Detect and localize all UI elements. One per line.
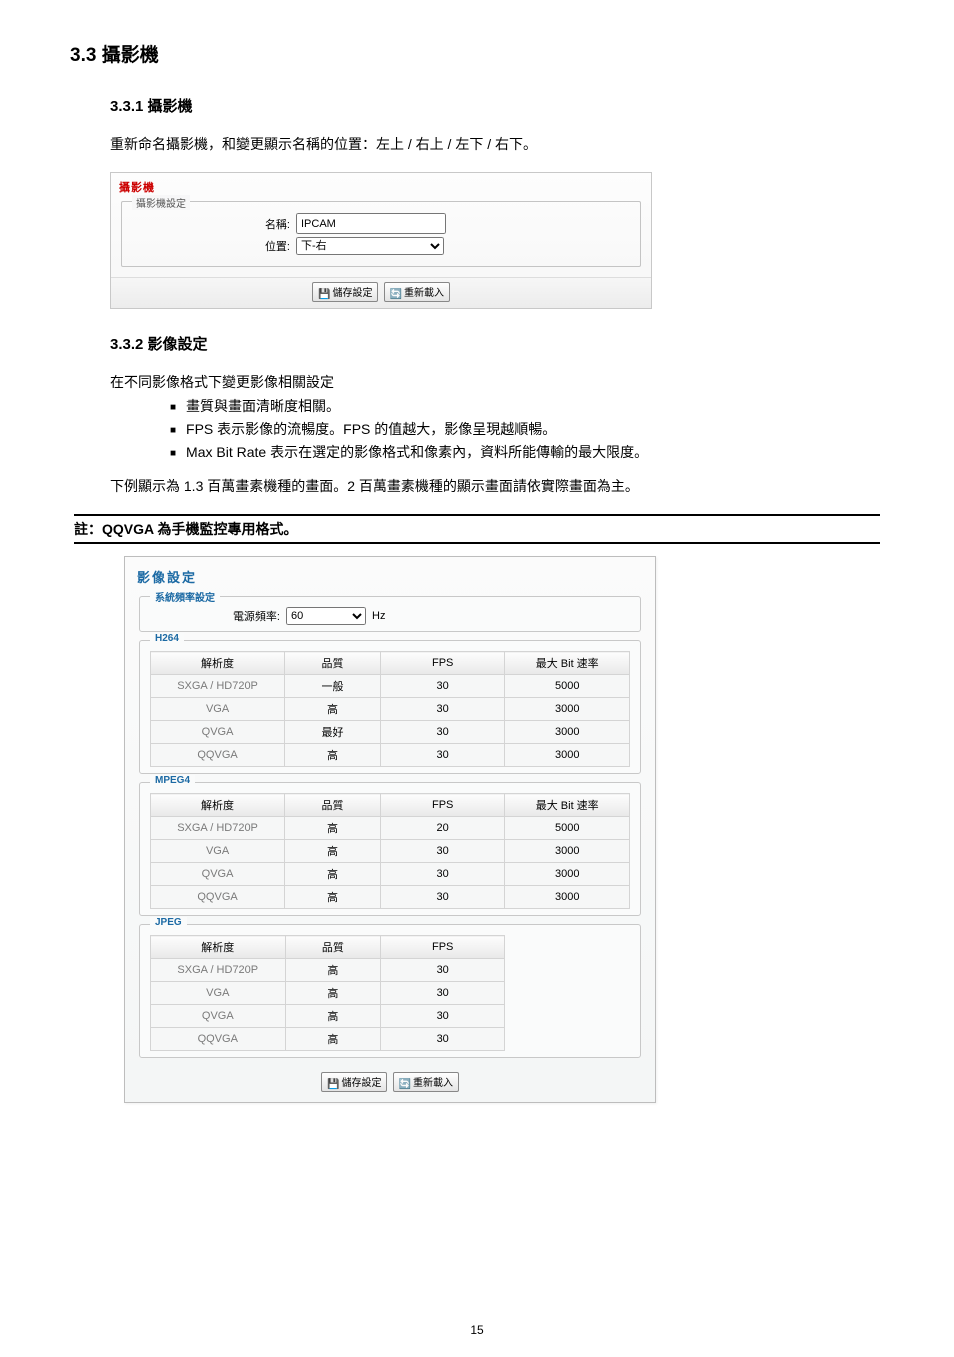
refresh-icon: 🔄 [390, 289, 402, 300]
note-box: 註：QQVGA 為手機監控專用格式。 [74, 514, 880, 544]
camera-panel-buttons: 💾儲存設定 🔄重新載入 [111, 277, 651, 308]
table-row: QQVGA高30 [151, 1028, 505, 1051]
list-item: Max Bit Rate 表示在選定的影像格式和像素內，資料所能傳輸的最大限度。 [170, 442, 894, 462]
camera-settings-panel: 攝影機 攝影機設定 名稱: 位置: 下-右 💾儲存設定 🔄重新載入 [110, 172, 652, 309]
frequency-group-label: 系統頻率設定 [150, 589, 220, 604]
col-bitrate: 最大 Bit 速率 [505, 652, 630, 675]
table-row: VGA高303000 [151, 840, 630, 863]
subsection-331-title: 3.3.1 攝影機 [110, 95, 894, 116]
table-row: QVGA最好303000 [151, 721, 630, 744]
disk-icon: 💾 [318, 289, 330, 300]
table-row: QQVGA高303000 [151, 886, 630, 909]
col-quality: 品質 [285, 652, 381, 675]
col-fps: FPS [380, 652, 505, 675]
camera-name-input[interactable] [296, 213, 446, 234]
image-settings-panel: 影像設定 系統頻率設定 電源頻率: 60 Hz H264 解析度 品質 FPS … [124, 556, 656, 1103]
list-item: 畫質與畫面清晰度相關。 [170, 396, 894, 416]
table-row: SXGA / HD720P高30 [151, 959, 505, 982]
mpeg4-group: MPEG4 解析度 品質 FPS 最大 Bit 速率 SXGA / HD720P… [139, 782, 641, 916]
note-prefix: 註： [74, 521, 102, 537]
refresh-icon: 🔄 [399, 1079, 411, 1090]
note-text: QQVGA 為手機監控專用格式。 [102, 521, 298, 537]
table-row: QVGA高303000 [151, 863, 630, 886]
subsection-332-list: 畫質與畫面清晰度相關。 FPS 表示影像的流暢度。FPS 的值越大，影像呈現越順… [130, 396, 894, 462]
jpeg-group-label: JPEG [150, 917, 187, 928]
camera-fieldset: 攝影機設定 名稱: 位置: 下-右 [121, 201, 641, 267]
mpeg4-table: 解析度 品質 FPS 最大 Bit 速率 SXGA / HD720P高20500… [150, 793, 630, 909]
col-quality: 品質 [285, 936, 381, 959]
jpeg-table: 解析度 品質 FPS SXGA / HD720P高30 VGA高30 QVGA高… [150, 935, 505, 1051]
table-row: QVGA高30 [151, 1005, 505, 1028]
save-button[interactable]: 💾儲存設定 [312, 282, 378, 302]
col-fps: FPS [380, 794, 505, 817]
table-row: VGA高303000 [151, 698, 630, 721]
h264-table: 解析度 品質 FPS 最大 Bit 速率 SXGA / HD720P一般3050… [150, 651, 630, 767]
camera-position-select[interactable]: 下-右 [296, 237, 444, 255]
camera-position-label: 位置: [130, 238, 296, 254]
frequency-label: 電源頻率: [150, 608, 286, 624]
list-item: FPS 表示影像的流暢度。FPS 的值越大，影像呈現越順暢。 [170, 419, 894, 439]
image-panel-buttons: 💾儲存設定 🔄重新載入 [125, 1066, 655, 1102]
col-resolution: 解析度 [151, 652, 285, 675]
save-button-label: 儲存設定 [332, 288, 372, 299]
subsection-331-paragraph: 重新命名攝影機，和變更顯示名稱的位置：左上 / 右上 / 左下 / 右下。 [110, 134, 894, 154]
frequency-unit: Hz [372, 610, 385, 622]
table-row: QQVGA高303000 [151, 744, 630, 767]
table-row: SXGA / HD720P一般305000 [151, 675, 630, 698]
save-button-label: 儲存設定 [341, 1078, 381, 1089]
page-number: 15 [60, 1323, 894, 1337]
image-panel-title: 影像設定 [125, 557, 655, 590]
frequency-group: 系統頻率設定 電源頻率: 60 Hz [139, 596, 641, 632]
disk-icon: 💾 [327, 1079, 339, 1090]
col-resolution: 解析度 [151, 794, 285, 817]
col-fps: FPS [381, 936, 505, 959]
h264-group-label: H264 [150, 633, 184, 644]
reload-button-label: 重新載入 [413, 1078, 453, 1089]
table-row: SXGA / HD720P高205000 [151, 817, 630, 840]
table-row: VGA高30 [151, 982, 505, 1005]
reload-button[interactable]: 🔄重新載入 [393, 1072, 459, 1092]
camera-panel-title: 攝影機 [111, 173, 651, 197]
col-bitrate: 最大 Bit 速率 [505, 794, 630, 817]
h264-group: H264 解析度 品質 FPS 最大 Bit 速率 SXGA / HD720P一… [139, 640, 641, 774]
subsection-332-example: 下例顯示為 1.3 百萬畫素機種的畫面。2 百萬畫素機種的顯示畫面請依實際畫面為… [110, 476, 894, 496]
reload-button[interactable]: 🔄重新載入 [384, 282, 450, 302]
subsection-332-title: 3.3.2 影像設定 [110, 333, 894, 354]
subsection-332-paragraph: 在不同影像格式下變更影像相關設定 [110, 372, 894, 392]
reload-button-label: 重新載入 [404, 288, 444, 299]
camera-name-label: 名稱: [130, 216, 296, 232]
frequency-select[interactable]: 60 [286, 607, 366, 625]
jpeg-group: JPEG 解析度 品質 FPS SXGA / HD720P高30 VGA高30 … [139, 924, 641, 1058]
camera-fieldset-legend: 攝影機設定 [132, 195, 190, 210]
col-resolution: 解析度 [151, 936, 286, 959]
save-button[interactable]: 💾儲存設定 [321, 1072, 387, 1092]
col-quality: 品質 [285, 794, 381, 817]
section-title: 3.3 攝影機 [70, 40, 894, 67]
mpeg4-group-label: MPEG4 [150, 775, 195, 786]
